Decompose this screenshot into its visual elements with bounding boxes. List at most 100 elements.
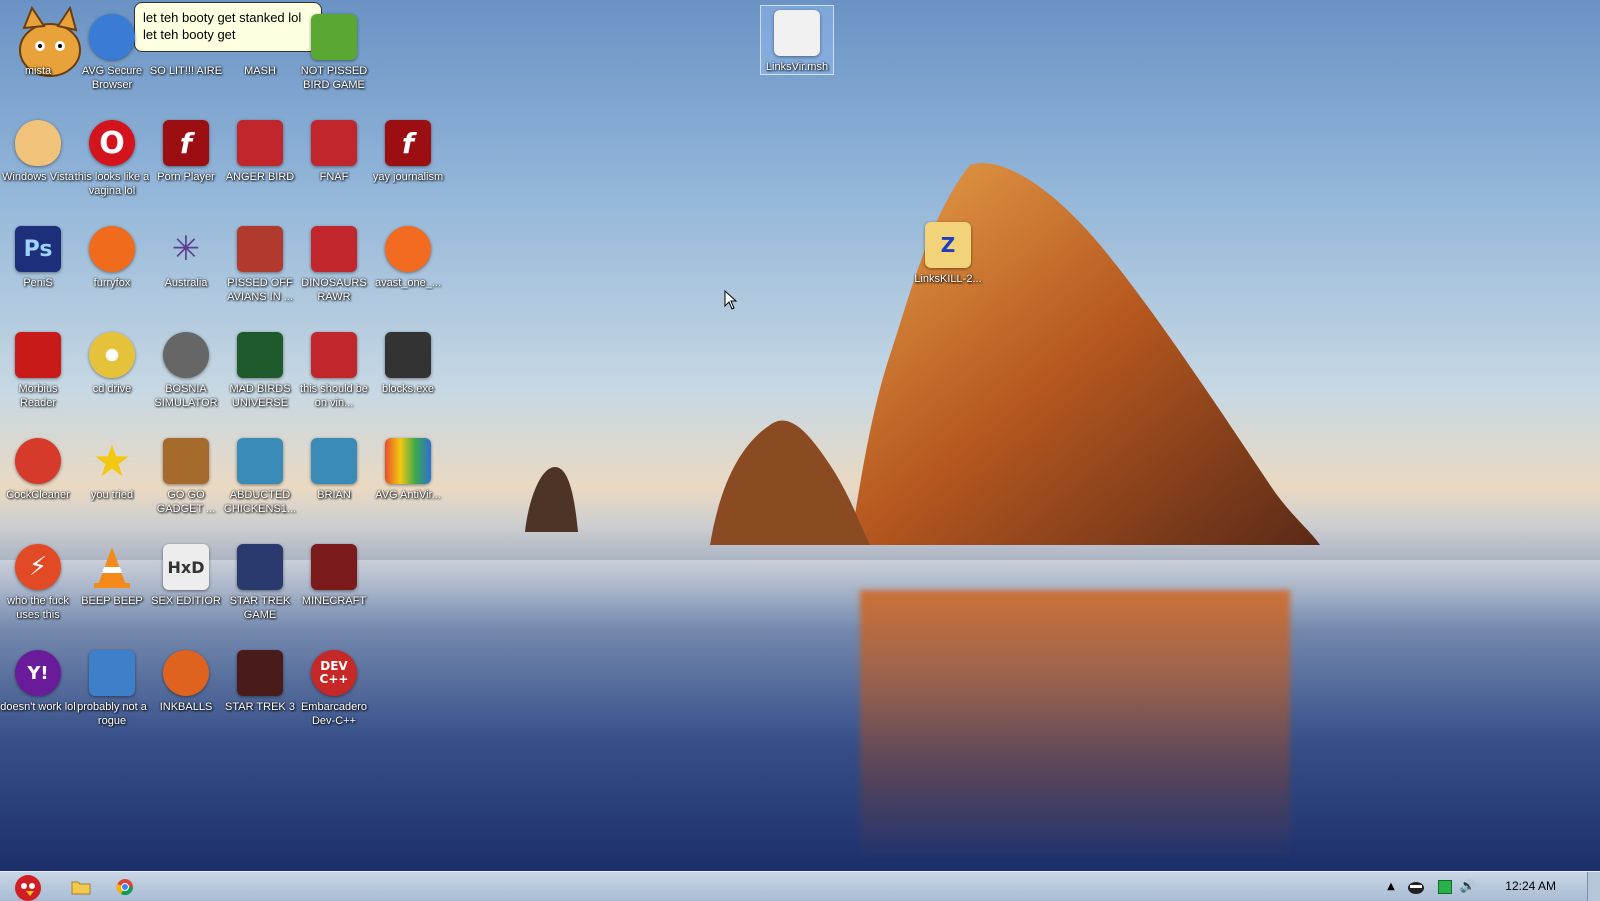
desktop-icon-opera[interactable]: O this looks like a vagina lol <box>74 116 150 220</box>
desktop-icon-porn-player[interactable]: f Porn Player <box>148 116 224 220</box>
icon-label: avast_one_... <box>374 277 442 289</box>
angry-bird-seasons-icon <box>237 226 283 272</box>
desktop-icon-not-pissed-bird[interactable]: NOT PISSED BIRD GAME <box>296 10 372 114</box>
desktop-icon-yay-journalism[interactable]: f yay journalism <box>370 116 446 220</box>
icon-label: you tried <box>90 489 134 501</box>
hxd-icon: HxD <box>163 544 209 590</box>
desktop-icon-australia[interactable]: ✳ Australia <box>148 222 224 326</box>
taskbar-browser-button[interactable] <box>110 872 140 901</box>
desktop-icon-mash[interactable]: MASH <box>222 10 298 114</box>
icon-label: BOSNIA SIMULATOR <box>154 383 218 409</box>
desktop-icon-brian[interactable]: BRIAN <box>296 434 372 538</box>
desktop-icon-dinosaurs-rawr[interactable]: DINOSAURS RAWR <box>296 222 372 326</box>
flash-icon: f <box>163 120 209 166</box>
desktop-icon-furryfox[interactable]: furryfox <box>74 222 150 326</box>
desktop-icon-abducted-chickens[interactable]: ABDUCTED CHICKENS1... <box>222 434 298 538</box>
desktop-icon-sex-editior[interactable]: HxD SEX EDITIOR <box>148 540 224 644</box>
desktop-icon-minecraft[interactable]: MINECRAFT <box>296 540 372 644</box>
taskbar-clock[interactable]: 12:24 AM <box>1505 872 1556 901</box>
angry-bird-icon <box>311 226 357 272</box>
desktop-icon-fnaf[interactable]: FNAF <box>296 116 372 220</box>
desktop-icon-bosnia-simulator[interactable]: BOSNIA SIMULATOR <box>148 328 224 432</box>
sea-stack <box>525 467 578 532</box>
desktop-icon-dev-cpp[interactable]: DEV C++ Embarcadero Dev-C++ <box>296 646 372 750</box>
desktop-icon-so-lit-aire[interactable]: SO LIT!!! AIRE <box>148 10 224 114</box>
desktop-icon-avast-one[interactable]: avast_one_... <box>370 222 446 326</box>
desktop-icon-pissed-off-avians[interactable]: PISSED OFF AVIANS IN ... <box>222 222 298 326</box>
taskbar-explorer-button[interactable] <box>66 872 96 901</box>
icon-label: FNAF <box>319 171 349 183</box>
icon-label: GO GO GADGET ... <box>156 489 216 515</box>
flash-icon: f <box>385 120 431 166</box>
angry-bird-icon <box>237 438 283 484</box>
start-button[interactable] <box>6 872 50 901</box>
desktop-icon-beep-beep[interactable]: BEEP BEEP <box>74 540 150 644</box>
desktop-icon-cockcleaner[interactable]: CockCleaner <box>0 434 76 538</box>
settings-gears-icon <box>89 650 135 696</box>
desktop-icon-avg-browser[interactable]: AVG Secure Browser <box>74 10 150 114</box>
desktop-icon-go-go-gadget[interactable]: GO GO GADGET ... <box>148 434 224 538</box>
desktop-icon-cd-drive[interactable]: cd drive <box>74 328 150 432</box>
icon-label: LinksVir.msh <box>765 61 829 73</box>
icon-label: STAR TREK GAME <box>229 595 291 621</box>
icon-label: MASH <box>244 65 276 77</box>
tray-app-button[interactable] <box>1406 872 1426 901</box>
icon-label: this looks like a vagina lol <box>74 171 150 197</box>
briefcase-icon <box>163 438 209 484</box>
desktop-icon-mad-birds-universe[interactable]: MAD BIRDS UNIVERSE <box>222 328 298 432</box>
desktop-icon-doesnt-work[interactable]: Y! doesn't work lol <box>0 646 76 750</box>
devcpp-icon: DEV C++ <box>311 650 357 696</box>
desktop-icon-avg-antivirus[interactable]: AVG AntiVir... <box>370 434 446 538</box>
icon-label: AVG AntiVir... <box>375 489 441 501</box>
icon-label: Australia <box>164 277 208 289</box>
icon-label: doesn't work lol <box>0 701 76 713</box>
blocks-icon <box>385 332 431 378</box>
desktop-icon-penis-photoshop[interactable]: Ps PeniS <box>0 222 76 326</box>
desktop-icon-linksvir[interactable]: LinksVir.msh <box>760 5 834 75</box>
icon-label: MAD BIRDS UNIVERSE <box>229 383 291 409</box>
icon-label: AVG Secure Browser <box>81 65 143 91</box>
icon-label: ABDUCTED CHICKENS1... <box>223 489 297 515</box>
desktop-icon-who-uses-this[interactable]: ⚡ who the fuck uses this <box>0 540 76 644</box>
star-icon: ★ <box>92 435 132 487</box>
rock-reflection <box>860 590 1290 860</box>
angry-bird-icon <box>237 120 283 166</box>
angry-bird-icon <box>311 120 357 166</box>
icon-label: Embarcadero Dev-C++ <box>300 701 368 727</box>
desktop-icon-probably-not-rogue[interactable]: probably not a rogue <box>74 646 150 750</box>
yahoo-icon: Y! <box>15 650 61 696</box>
browser-icon <box>89 14 135 60</box>
icon-label: CockCleaner <box>6 489 70 501</box>
desktop-icon-you-tried[interactable]: ★ you tried <box>74 434 150 538</box>
icon-label: PISSED OFF AVIANS IN ... <box>227 277 293 303</box>
icon-label: Windows Vista <box>2 171 74 183</box>
chrome-icon <box>116 878 134 895</box>
icon-label: cd drive <box>92 383 132 395</box>
opera-icon: O <box>89 120 135 166</box>
desktop-icon-star-trek-game[interactable]: STAR TREK GAME <box>222 540 298 644</box>
ccleaner-icon <box>15 438 61 484</box>
desktop-icon-this-should-be[interactable]: this should be on vin... <box>296 328 372 432</box>
icon-label: SO LIT!!! AIRE <box>149 65 223 77</box>
star-wars-icon <box>237 650 283 696</box>
desktop-icon-morbius-reader[interactable]: Morbius Reader <box>0 328 76 432</box>
game-icon <box>311 438 357 484</box>
network-button[interactable] <box>1436 872 1454 901</box>
angry-bird-icon <box>311 332 357 378</box>
icon-label: probably not a rogue <box>77 701 147 727</box>
show-desktop-button[interactable] <box>1587 872 1600 901</box>
show-hidden-icons-button[interactable]: ▲ <box>1384 872 1398 901</box>
volume-button[interactable]: 🔊 <box>1458 872 1478 901</box>
desktop-icon-mista[interactable]: mista <box>0 10 76 114</box>
icon-label: MINECRAFT <box>301 595 367 607</box>
desktop-icon-inkballs[interactable]: INKBALLS <box>148 646 224 750</box>
desktop-icon-star-trek-3[interactable]: STAR TREK 3 <box>222 646 298 750</box>
desktop-icon-anger-bird[interactable]: ANGER BIRD <box>222 116 298 220</box>
pig-icon <box>311 14 357 60</box>
icon-label: Morbius Reader <box>18 383 58 409</box>
desktop-icon-blocks[interactable]: blocks.exe <box>370 328 446 432</box>
avast-icon <box>385 226 431 272</box>
icon-label: PeniS <box>23 277 53 289</box>
desktop-icon-windows-vista[interactable]: Windows Vista <box>0 116 76 220</box>
desktop-icon-linkskill[interactable]: Z LinksKILL-2... <box>908 218 988 322</box>
